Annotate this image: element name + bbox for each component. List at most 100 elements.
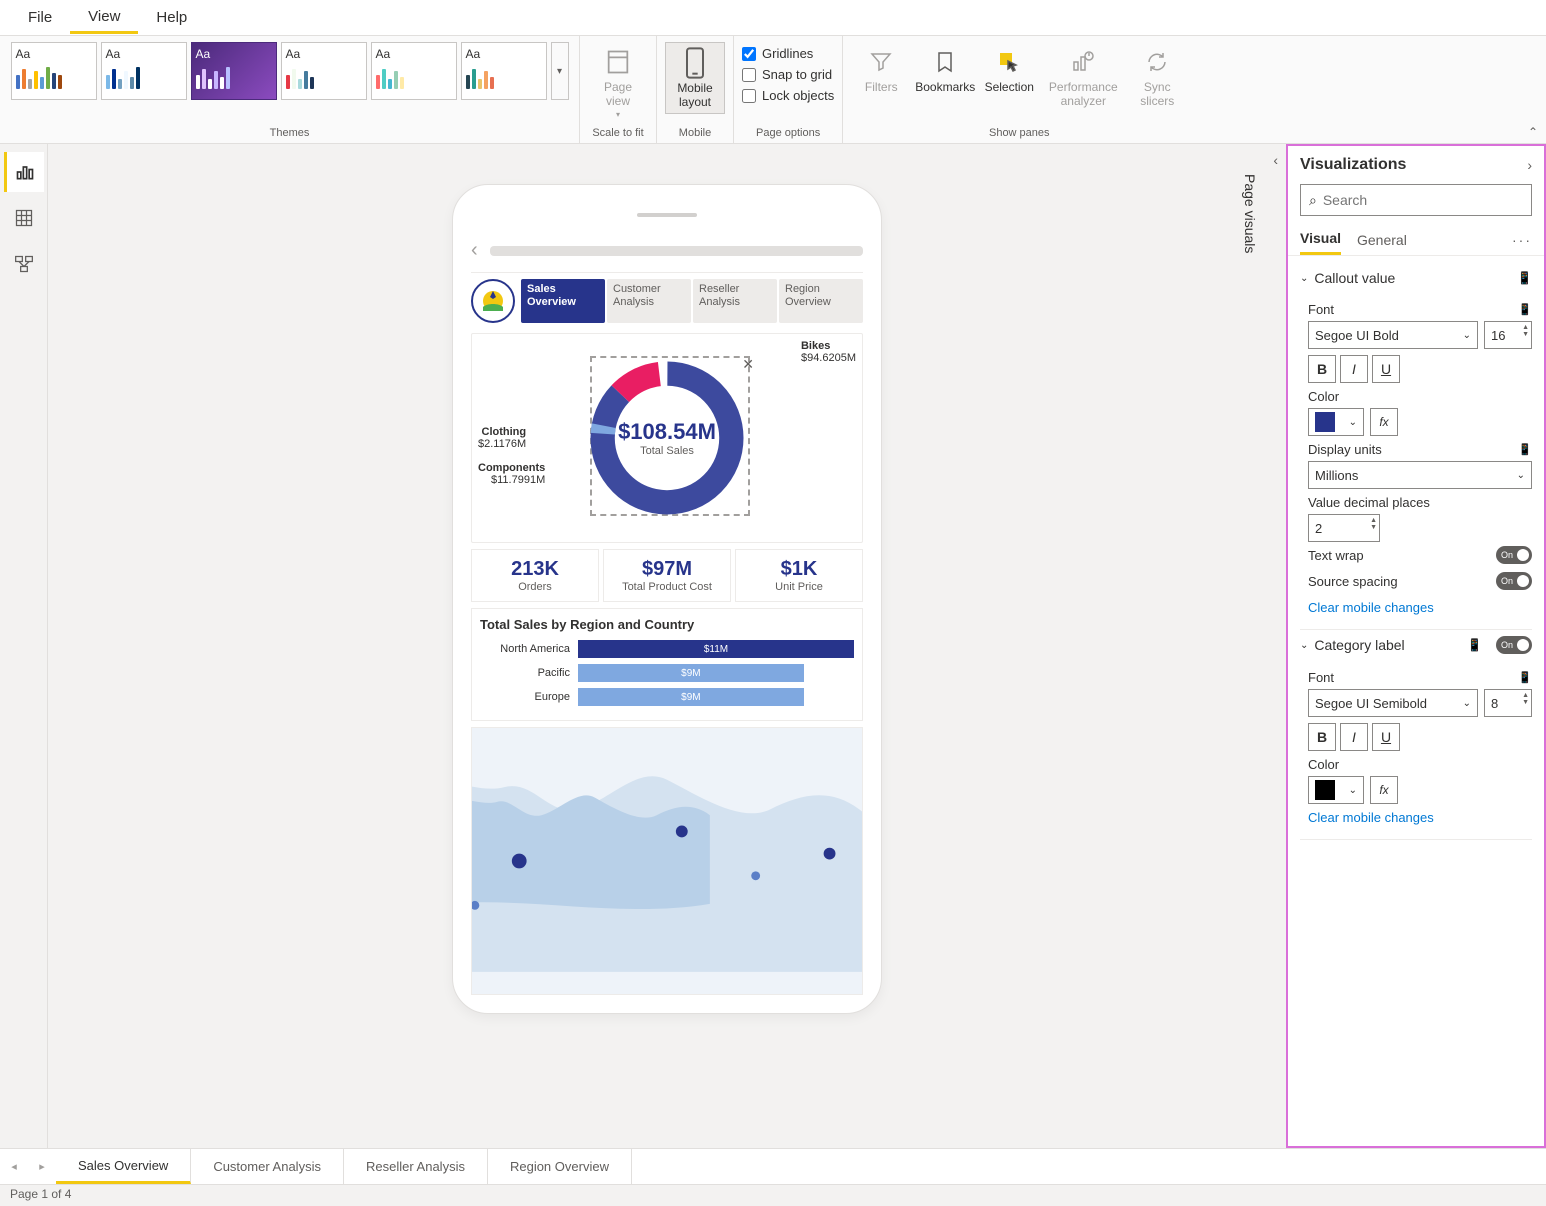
page-indicator: Page 1 of 4 [10, 1187, 71, 1201]
snap-to-grid-checkbox[interactable]: Snap to grid [742, 67, 834, 82]
color-picker-2[interactable]: ⌄ [1308, 776, 1364, 804]
theme-swatch-6[interactable]: Aa [461, 42, 547, 100]
device-back-button[interactable]: ‹ [471, 239, 478, 262]
ribbon-group-mobile-label: Mobile [679, 127, 711, 141]
source-spacing-label: Source spacing [1308, 574, 1398, 589]
source-spacing-toggle[interactable]: On [1496, 572, 1532, 590]
font-size-stepper-2[interactable]: 8▲▼ [1484, 689, 1532, 717]
mobile-override-icon: 📱 [1518, 671, 1532, 684]
workspace: ‹ Page visuals ‹ SalesOverviewCustomerAn… [0, 144, 1546, 1148]
font-size-stepper[interactable]: 16▲▼ [1484, 321, 1532, 349]
theme-swatch-1[interactable]: Aa [11, 42, 97, 100]
bookmark-icon [929, 46, 961, 78]
kpi-card[interactable]: 213KOrders [471, 549, 599, 602]
kpi-label: Unit Price [740, 581, 858, 593]
category-label-toggle[interactable]: On [1496, 636, 1532, 654]
color-label: Color [1308, 389, 1339, 404]
theme-swatch-4[interactable]: Aa [281, 42, 367, 100]
section-category-label[interactable]: ⌄ Category label 📱 On [1300, 630, 1532, 660]
data-view-button[interactable] [4, 198, 44, 238]
device-tab[interactable]: SalesOverview [521, 279, 605, 323]
bookmarks-pane-button[interactable]: Bookmarks [915, 42, 975, 98]
map-visual[interactable] [471, 727, 863, 995]
theme-swatch-2[interactable]: Aa [101, 42, 187, 100]
kpi-card[interactable]: $1KUnit Price [735, 549, 863, 602]
bar-chart-card[interactable]: Total Sales by Region and Country North … [471, 608, 863, 721]
underline-button[interactable]: U [1372, 355, 1400, 383]
tab-visual[interactable]: Visual [1300, 224, 1341, 255]
device-header: ‹ [471, 235, 863, 273]
filter-icon [865, 46, 897, 78]
fx-button[interactable]: fx [1370, 408, 1398, 436]
page-nav-prev[interactable]: ▸ [28, 1149, 56, 1184]
theme-aa-label: Aa [466, 47, 542, 61]
bold-button-2[interactable]: B [1308, 723, 1336, 751]
font-family-dropdown[interactable]: Segoe UI Bold⌄ [1308, 321, 1478, 349]
donut-chart-card[interactable]: ✕ $108.54M Total Sales Bikes$94.6205M [471, 333, 863, 543]
device-title-skeleton [490, 246, 863, 256]
selection-pane-button[interactable]: Selection [979, 42, 1039, 98]
italic-button-2[interactable]: I [1340, 723, 1368, 751]
device-tab[interactable]: CustomerAnalysis [607, 279, 691, 323]
left-rail [0, 144, 48, 1148]
page-tab[interactable]: Customer Analysis [191, 1149, 344, 1184]
text-wrap-toggle[interactable]: On [1496, 546, 1532, 564]
theme-swatch-5[interactable]: Aa [371, 42, 457, 100]
menu-file[interactable]: File [10, 3, 70, 32]
theme-swatch-3-selected[interactable]: Aa [191, 42, 277, 100]
bar-fill: $9M [578, 688, 804, 706]
mobile-override-icon: 📱 [1518, 443, 1532, 456]
italic-button[interactable]: I [1340, 355, 1368, 383]
selection-icon [993, 46, 1025, 78]
lock-objects-checkbox[interactable]: Lock objects [742, 88, 834, 103]
fx-button-2[interactable]: fx [1370, 776, 1398, 804]
underline-button-2[interactable]: U [1372, 723, 1400, 751]
ribbon-group-themes-label: Themes [270, 127, 310, 141]
section-callout-value[interactable]: ⌄ Callout value 📱 [1300, 264, 1532, 292]
bar-fill: $11M [578, 640, 854, 658]
sync-slicers-button[interactable]: Sync slicers [1127, 42, 1187, 112]
sync-icon [1141, 46, 1173, 78]
perf-analyzer-label: Performance analyzer [1049, 80, 1118, 108]
search-icon: ⌕ [1309, 192, 1317, 209]
bar-row: North America$11M [480, 640, 854, 658]
page-tab[interactable]: Region Overview [488, 1149, 632, 1184]
kpi-card[interactable]: $97MTotal Product Cost [603, 549, 731, 602]
page-nav-first[interactable]: ◂ [0, 1149, 28, 1184]
tab-general[interactable]: General [1357, 226, 1407, 254]
ribbon-collapse-button[interactable]: ⌃ [1528, 125, 1538, 139]
mobile-layout-button[interactable]: Mobile layout [665, 42, 725, 114]
more-options-button[interactable]: ··· [1512, 232, 1532, 248]
clear-mobile-changes-link-2[interactable]: Clear mobile changes [1308, 804, 1532, 831]
page-tab[interactable]: Sales Overview [56, 1149, 191, 1184]
gridlines-checkbox[interactable]: Gridlines [742, 46, 834, 61]
decimal-places-stepper[interactable]: 2▲▼ [1308, 514, 1380, 542]
theme-gallery-more[interactable]: ▾ [551, 42, 569, 100]
report-view-button[interactable] [4, 152, 44, 192]
page-view-button[interactable]: Page view ▾ [588, 42, 648, 123]
clear-mobile-changes-link[interactable]: Clear mobile changes [1308, 594, 1532, 621]
display-units-dropdown[interactable]: Millions⌄ [1308, 461, 1532, 489]
kpi-value: $97M [608, 558, 726, 581]
device-tab[interactable]: RegionOverview [779, 279, 863, 323]
device-tab[interactable]: ResellerAnalysis [693, 279, 777, 323]
page-visuals-label[interactable]: Page visuals [1242, 174, 1258, 253]
bar-chart-title: Total Sales by Region and Country [480, 617, 854, 632]
font-family-dropdown-2[interactable]: Segoe UI Semibold⌄ [1308, 689, 1478, 717]
expand-pane-button[interactable]: › [1527, 157, 1532, 173]
model-view-button[interactable] [4, 244, 44, 284]
performance-analyzer-button[interactable]: Performance analyzer [1043, 42, 1123, 112]
page-tab[interactable]: Reseller Analysis [344, 1149, 488, 1184]
bold-button[interactable]: B [1308, 355, 1336, 383]
bookmarks-label: Bookmarks [915, 80, 975, 94]
display-units-label: Display units [1308, 442, 1382, 457]
theme-aa-label: Aa [376, 47, 452, 61]
search-input[interactable] [1323, 192, 1523, 208]
filters-pane-button[interactable]: Filters [851, 42, 911, 98]
collapse-page-visuals-button[interactable]: ‹ [1273, 152, 1278, 168]
color-picker[interactable]: ⌄ [1308, 408, 1364, 436]
search-box[interactable]: ⌕ [1300, 184, 1532, 216]
selection-label: Selection [985, 80, 1034, 94]
menu-help[interactable]: Help [138, 3, 205, 32]
menu-view[interactable]: View [70, 2, 138, 34]
